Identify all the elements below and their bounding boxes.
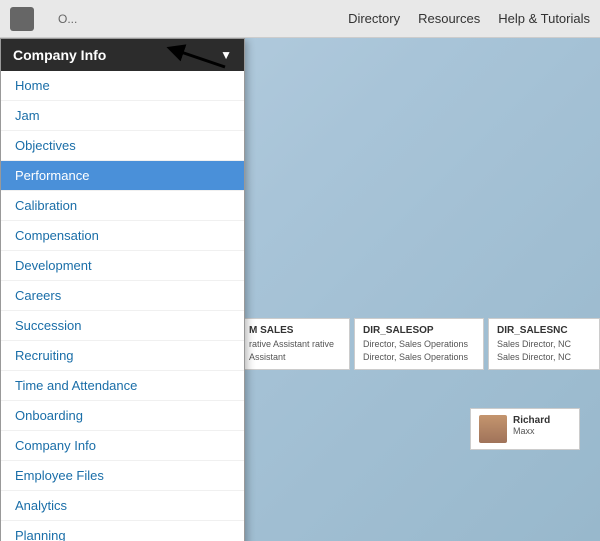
dropdown-item-careers[interactable]: Careers bbox=[1, 281, 244, 311]
dropdown-item-recruiting[interactable]: Recruiting bbox=[1, 341, 244, 371]
org-card-salesnc-sub: Sales Director, NC Sales Director, NC bbox=[497, 338, 591, 363]
arrow-annotation bbox=[155, 42, 235, 75]
dropdown-menu: Company Info ▼ HomeJamObjectivesPerforma… bbox=[0, 38, 245, 541]
org-label: O... bbox=[58, 12, 77, 26]
dropdown-title: Company Info bbox=[13, 47, 106, 63]
org-card-salesnc: DIR_SALESNC Sales Director, NC Sales Dir… bbox=[488, 318, 600, 370]
dropdown-item-objectives[interactable]: Objectives bbox=[1, 131, 244, 161]
org-card-bottom: Richard Maxx bbox=[470, 408, 580, 450]
dropdown-item-jam[interactable]: Jam bbox=[1, 101, 244, 131]
dropdown-item-planning[interactable]: Planning bbox=[1, 521, 244, 541]
org-card-sales: M SALES rative Assistant rative Assistan… bbox=[240, 318, 350, 370]
avatar-image bbox=[479, 415, 507, 443]
nav-help[interactable]: Help & Tutorials bbox=[498, 11, 590, 26]
dropdown-items-list: HomeJamObjectivesPerformanceCalibrationC… bbox=[1, 71, 244, 541]
nav-links: Directory Resources Help & Tutorials bbox=[348, 11, 590, 26]
org-card-bottom-sub: Maxx bbox=[513, 426, 550, 436]
org-card-salesnc-title: DIR_SALESNC bbox=[497, 325, 591, 336]
dropdown-item-employee-files[interactable]: Employee Files bbox=[1, 461, 244, 491]
dropdown-item-performance[interactable]: Performance bbox=[1, 161, 244, 191]
nav-resources[interactable]: Resources bbox=[418, 11, 480, 26]
dropdown-item-time-and-attendance[interactable]: Time and Attendance bbox=[1, 371, 244, 401]
dropdown-item-succession[interactable]: Succession bbox=[1, 311, 244, 341]
dropdown-item-company-info[interactable]: Company Info bbox=[1, 431, 244, 461]
dropdown-item-onboarding[interactable]: Onboarding bbox=[1, 401, 244, 431]
avatar bbox=[479, 415, 507, 443]
org-card-salesop-title: DIR_SALESOP bbox=[363, 325, 475, 336]
org-card-bottom-info: Richard Maxx bbox=[513, 415, 550, 436]
org-card-salesop-sub: Director, Sales Operations Director, Sal… bbox=[363, 338, 475, 363]
org-cards-area: M SALES rative Assistant rative Assistan… bbox=[240, 318, 600, 370]
dropdown-item-development[interactable]: Development bbox=[1, 251, 244, 281]
dropdown-item-analytics[interactable]: Analytics bbox=[1, 491, 244, 521]
dropdown-item-calibration[interactable]: Calibration bbox=[1, 191, 244, 221]
org-card-salesop: DIR_SALESOP Director, Sales Operations D… bbox=[354, 318, 484, 370]
org-card-sales-sub: rative Assistant rative Assistant bbox=[249, 338, 341, 363]
nav-directory[interactable]: Directory bbox=[348, 11, 400, 26]
main-content: Company Info ▼ HomeJamObjectivesPerforma… bbox=[0, 38, 600, 541]
org-card-bottom-name: Richard bbox=[513, 415, 550, 426]
org-card-sales-title: M SALES bbox=[249, 325, 341, 336]
nav-logo bbox=[10, 7, 34, 31]
dropdown-item-compensation[interactable]: Compensation bbox=[1, 221, 244, 251]
top-nav: O... Directory Resources Help & Tutorial… bbox=[0, 0, 600, 38]
dropdown-item-home[interactable]: Home bbox=[1, 71, 244, 101]
